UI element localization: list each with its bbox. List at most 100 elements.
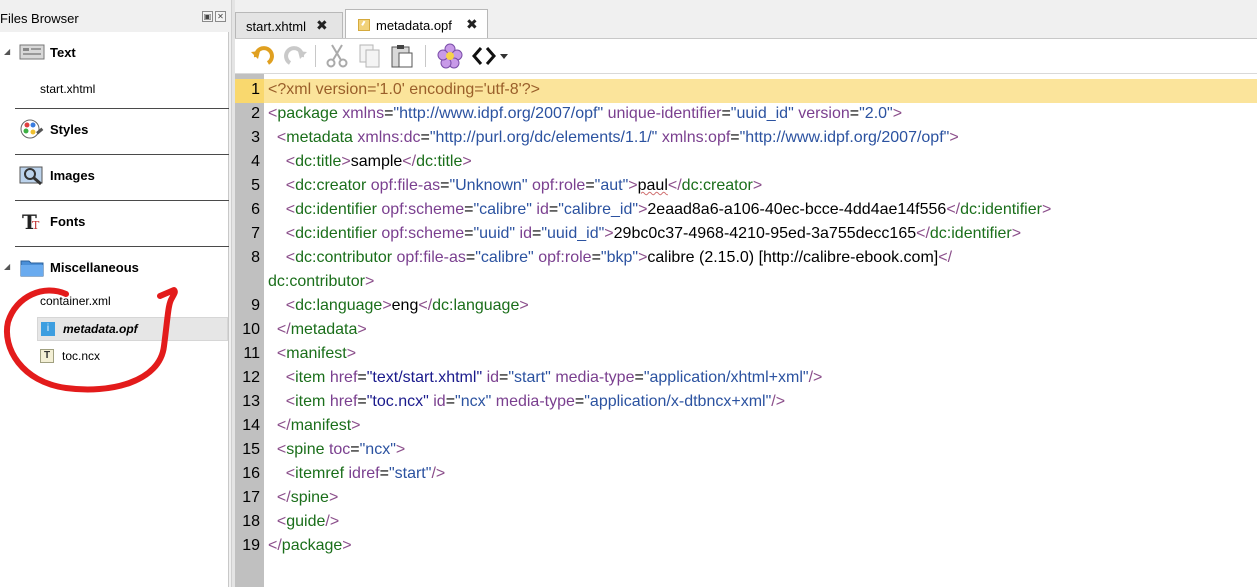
code-token: toc: [328, 441, 351, 458]
code-line[interactable]: 9 <dc:language>eng</dc:language>: [235, 295, 1257, 319]
code-line[interactable]: 14 </manifest>: [235, 415, 1257, 439]
code-token: =: [531, 225, 542, 242]
code-token: package: [277, 105, 338, 122]
category-images[interactable]: Images: [0, 155, 229, 199]
toolbar-separator: [315, 45, 316, 67]
tab-metadata-opf[interactable]: metadata.opf ✖: [345, 9, 488, 39]
close-panel-button[interactable]: ✕: [215, 11, 226, 22]
tab-label: metadata.opf: [376, 18, 452, 33]
code-token: <: [285, 369, 296, 386]
code-token: opf:role: [531, 177, 586, 194]
category-miscellaneous[interactable]: ◢ Miscellaneous: [0, 247, 229, 291]
fonts-category-icon: T T: [22, 210, 40, 232]
code-text: <itemref idref="start"/>: [268, 465, 445, 483]
tab-start-xhtml[interactable]: start.xhtml ✖: [235, 12, 343, 38]
code-line[interactable]: 1 <?xml version='1.0' encoding='utf-8'?>: [235, 79, 1257, 103]
toolbar-separator: [425, 45, 426, 67]
code-token: <: [276, 513, 287, 530]
category-text[interactable]: ◢ Text: [0, 32, 229, 76]
code-line[interactable]: dc:contributor>: [235, 271, 1257, 295]
code-line[interactable]: 3 <metadata xmlns:dc="http://purl.org/dc…: [235, 127, 1257, 151]
tab-label: start.xhtml: [246, 19, 306, 34]
line-number: 1: [251, 81, 260, 98]
flower-icon[interactable]: [437, 43, 463, 69]
code-token: "ncx": [359, 441, 396, 458]
code-token: <: [285, 153, 296, 170]
line-number: 13: [242, 393, 260, 410]
line-number: 18: [242, 513, 260, 530]
close-icon[interactable]: ✖: [316, 17, 328, 34]
code-token: </: [418, 297, 433, 314]
file-toc-ncx[interactable]: T toc.ncx: [40, 347, 200, 367]
close-icon[interactable]: ✖: [466, 16, 478, 33]
code-line[interactable]: 4 <dc:title>sample</dc:title>: [235, 151, 1257, 175]
line-number: 19: [242, 537, 260, 554]
code-editor[interactable]: 1 <?xml version='1.0' encoding='utf-8'?> 2…: [235, 74, 1257, 587]
code-line[interactable]: 5 <dc:creator opf:file-as="Unknown" opf:…: [235, 175, 1257, 199]
code-token: >: [395, 441, 406, 458]
code-line[interactable]: 17 </spine>: [235, 487, 1257, 511]
file-container-xml[interactable]: container.xml: [40, 294, 111, 308]
line-number: 6: [251, 201, 260, 218]
code-token: <: [285, 225, 296, 242]
category-label: Text: [50, 45, 76, 60]
code-token: id: [486, 369, 500, 386]
code-text: <dc:creator opf:file-as="Unknown" opf:ro…: [268, 177, 762, 195]
category-label: Styles: [50, 122, 89, 137]
float-panel-button[interactable]: ▣: [202, 11, 213, 22]
category-styles[interactable]: Styles: [0, 109, 229, 153]
code-line[interactable]: 19 </package>: [235, 535, 1257, 559]
tab-bar: start.xhtml ✖ metadata.opf ✖: [235, 8, 1257, 39]
code-line[interactable]: 16 <itemref idref="start"/>: [235, 463, 1257, 487]
expanded-arrow-icon[interactable]: ◢: [4, 47, 10, 56]
code-token: "text/start.xhtml": [366, 369, 483, 386]
code-token: >: [328, 489, 339, 506]
code-text: <?xml version='1.0' encoding='utf-8'?>: [268, 81, 540, 99]
undo-icon[interactable]: [249, 43, 275, 69]
code-line[interactable]: 15 <spine toc="ncx">: [235, 439, 1257, 463]
copy-icon[interactable]: [357, 43, 383, 69]
code-line[interactable]: 2 <package xmlns = "http://www.idpf.org/200…: [235, 103, 1257, 127]
code-token: >: [364, 273, 375, 290]
code-token: >: [892, 105, 903, 122]
category-fonts[interactable]: T T Fonts: [0, 201, 229, 245]
code-line[interactable]: 7 <dc:identifier opf:scheme="uuid" id="u…: [235, 223, 1257, 247]
code-token: dc:language: [432, 297, 520, 314]
code-token: <: [276, 129, 287, 146]
code-line[interactable]: 6 <dc:identifier opf:scheme="calibre" id…: [235, 199, 1257, 223]
editor-toolbar: [235, 38, 1257, 74]
code-token: <: [285, 393, 296, 410]
code-token: >: [949, 129, 959, 146]
code-line[interactable]: 8 <dc:contributor opf:file-as="calibre" …: [235, 247, 1257, 271]
paste-icon[interactable]: [389, 43, 415, 69]
code-token: guide: [286, 513, 326, 530]
code-token: spine: [286, 441, 325, 458]
code-line[interactable]: 18 <guide/>: [235, 511, 1257, 535]
redo-icon[interactable]: [283, 43, 309, 69]
expanded-arrow-icon[interactable]: ◢: [4, 262, 10, 271]
line-number: 7: [251, 225, 260, 242]
code-token: manifest: [290, 417, 352, 434]
file-start-xhtml[interactable]: start.xhtml: [40, 82, 95, 96]
code-token: "http://purl.org/dc/elements/1.1/": [429, 129, 658, 146]
code-token: >: [638, 201, 648, 218]
code-line[interactable]: 12 <item href="text/start.xhtml" id="sta…: [235, 367, 1257, 391]
code-token: <: [276, 345, 287, 362]
code-token: =: [357, 393, 367, 410]
file-metadata-opf[interactable]: i metadata.opf: [37, 317, 228, 341]
cut-icon[interactable]: [324, 43, 350, 69]
files-browser-panel: Files Browser ▣ ✕ ◢ Text start.xhtml Sty…: [0, 0, 231, 587]
code-line[interactable]: 10 </metadata>: [235, 319, 1257, 343]
code-token: version: [798, 105, 850, 122]
code-view-dropdown-icon[interactable]: [471, 43, 513, 69]
code-line[interactable]: 13 <item href="toc.ncx" id="ncx" media-t…: [235, 391, 1257, 415]
code-line[interactable]: 11 <manifest>: [235, 343, 1257, 367]
code-token: eng: [391, 297, 419, 314]
line-number: 17: [242, 489, 260, 506]
code-token: </: [667, 177, 682, 194]
code-token: xmlns: [342, 105, 385, 122]
